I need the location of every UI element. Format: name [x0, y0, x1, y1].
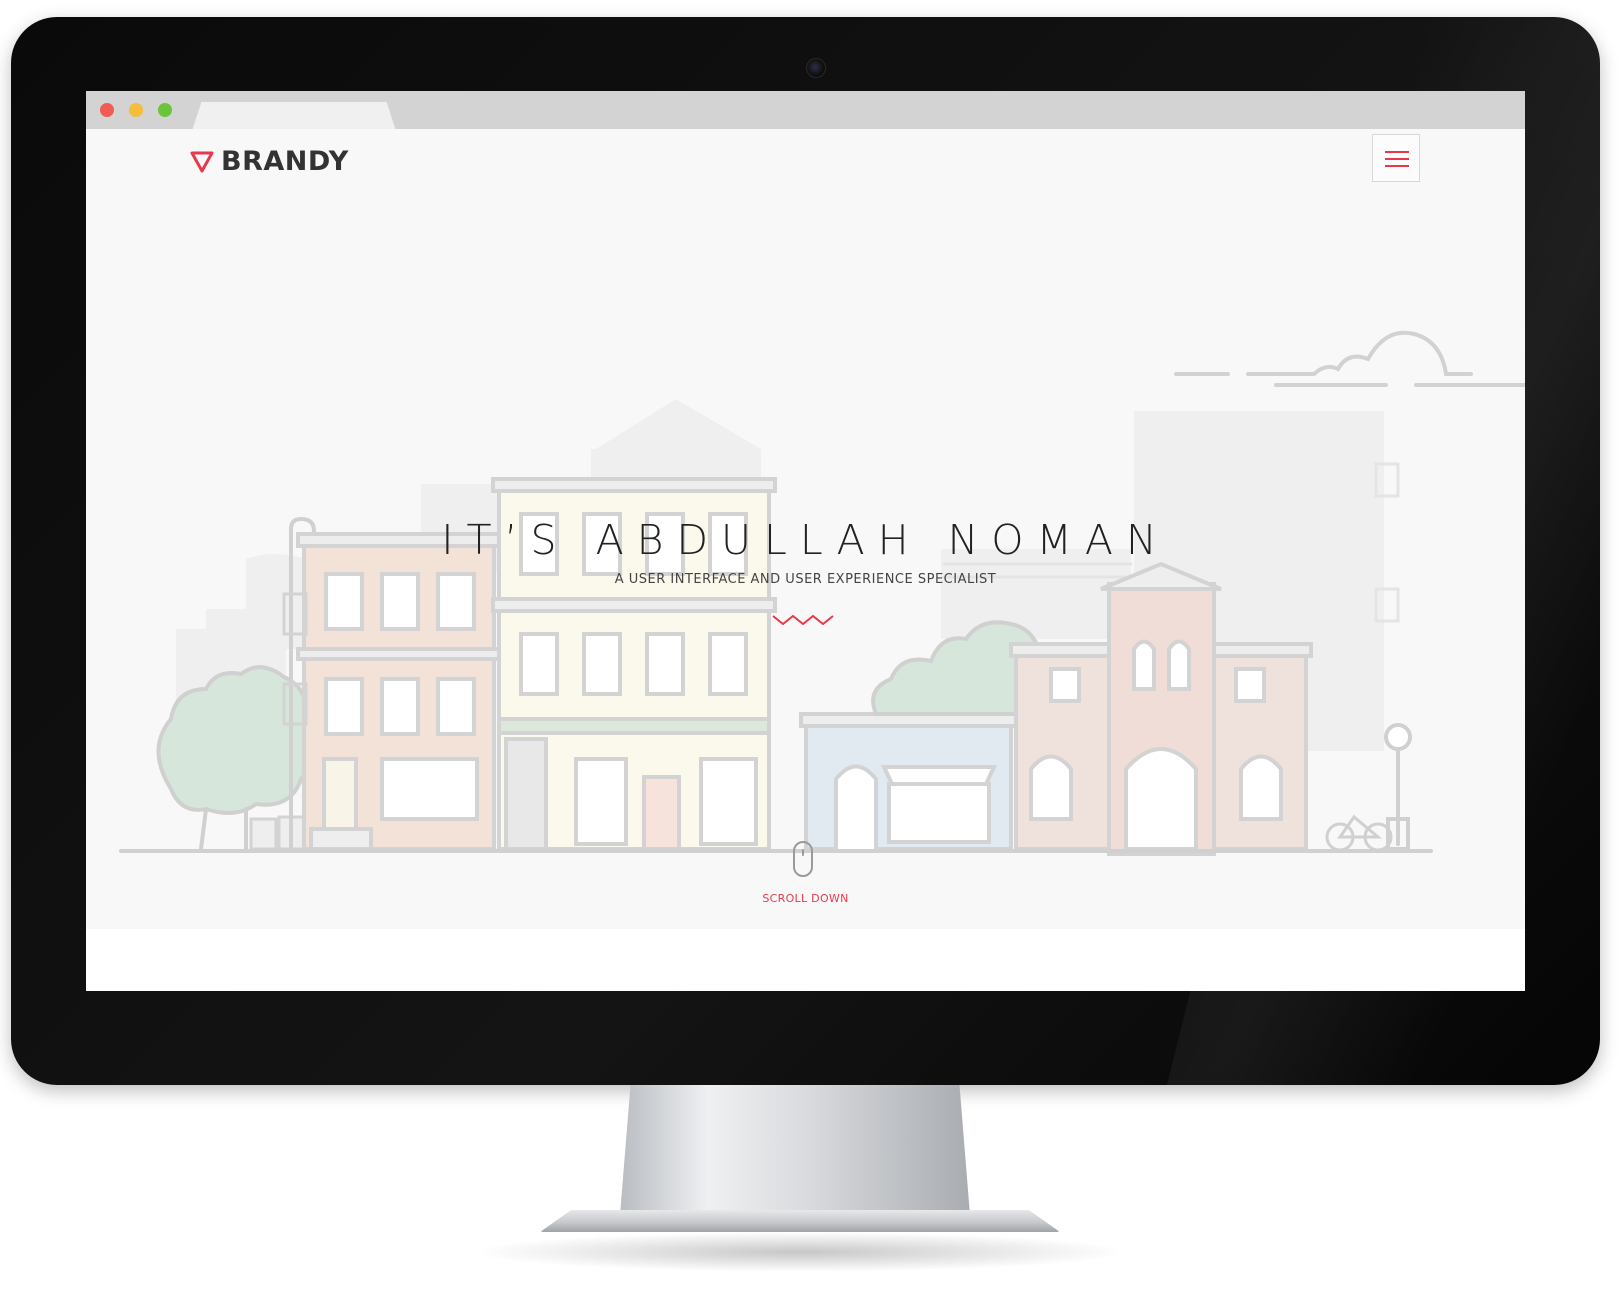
- hero-subtitle: A USER INTERFACE AND USER EXPERIENCE SPE…: [614, 572, 997, 587]
- monitor-shadow: [470, 1232, 1130, 1272]
- scroll-down-link[interactable]: SCROLL DOWN: [86, 892, 1525, 905]
- monitor-stand-neck: [620, 1085, 970, 1215]
- menu-line-top: [1385, 151, 1409, 153]
- webcam: [806, 58, 826, 78]
- browser-window: BRANDY IT’S ABDULLAH NOMAN A USER INTERF…: [86, 91, 1525, 991]
- hero-title: IT’S ABDULLAH NOMAN: [441, 516, 1170, 564]
- browser-toolbar: [86, 91, 1525, 129]
- maximize-window-button[interactable]: [158, 103, 172, 117]
- menu-line-middle: [1385, 158, 1409, 160]
- monitor-stand-base: [540, 1210, 1060, 1232]
- zigzag-icon: [772, 614, 834, 626]
- close-window-button[interactable]: [100, 103, 114, 117]
- mouse-icon[interactable]: [793, 841, 813, 877]
- minimize-window-button[interactable]: [129, 103, 143, 117]
- hamburger-menu-button[interactable]: [1372, 134, 1420, 182]
- page-bottom-area: [86, 929, 1525, 991]
- browser-tab[interactable]: [206, 102, 382, 129]
- site-logo[interactable]: BRANDY: [190, 146, 349, 177]
- brand-name: BRANDY: [221, 146, 349, 177]
- menu-line-bottom: [1385, 165, 1409, 167]
- triangle-down-icon: [190, 151, 214, 172]
